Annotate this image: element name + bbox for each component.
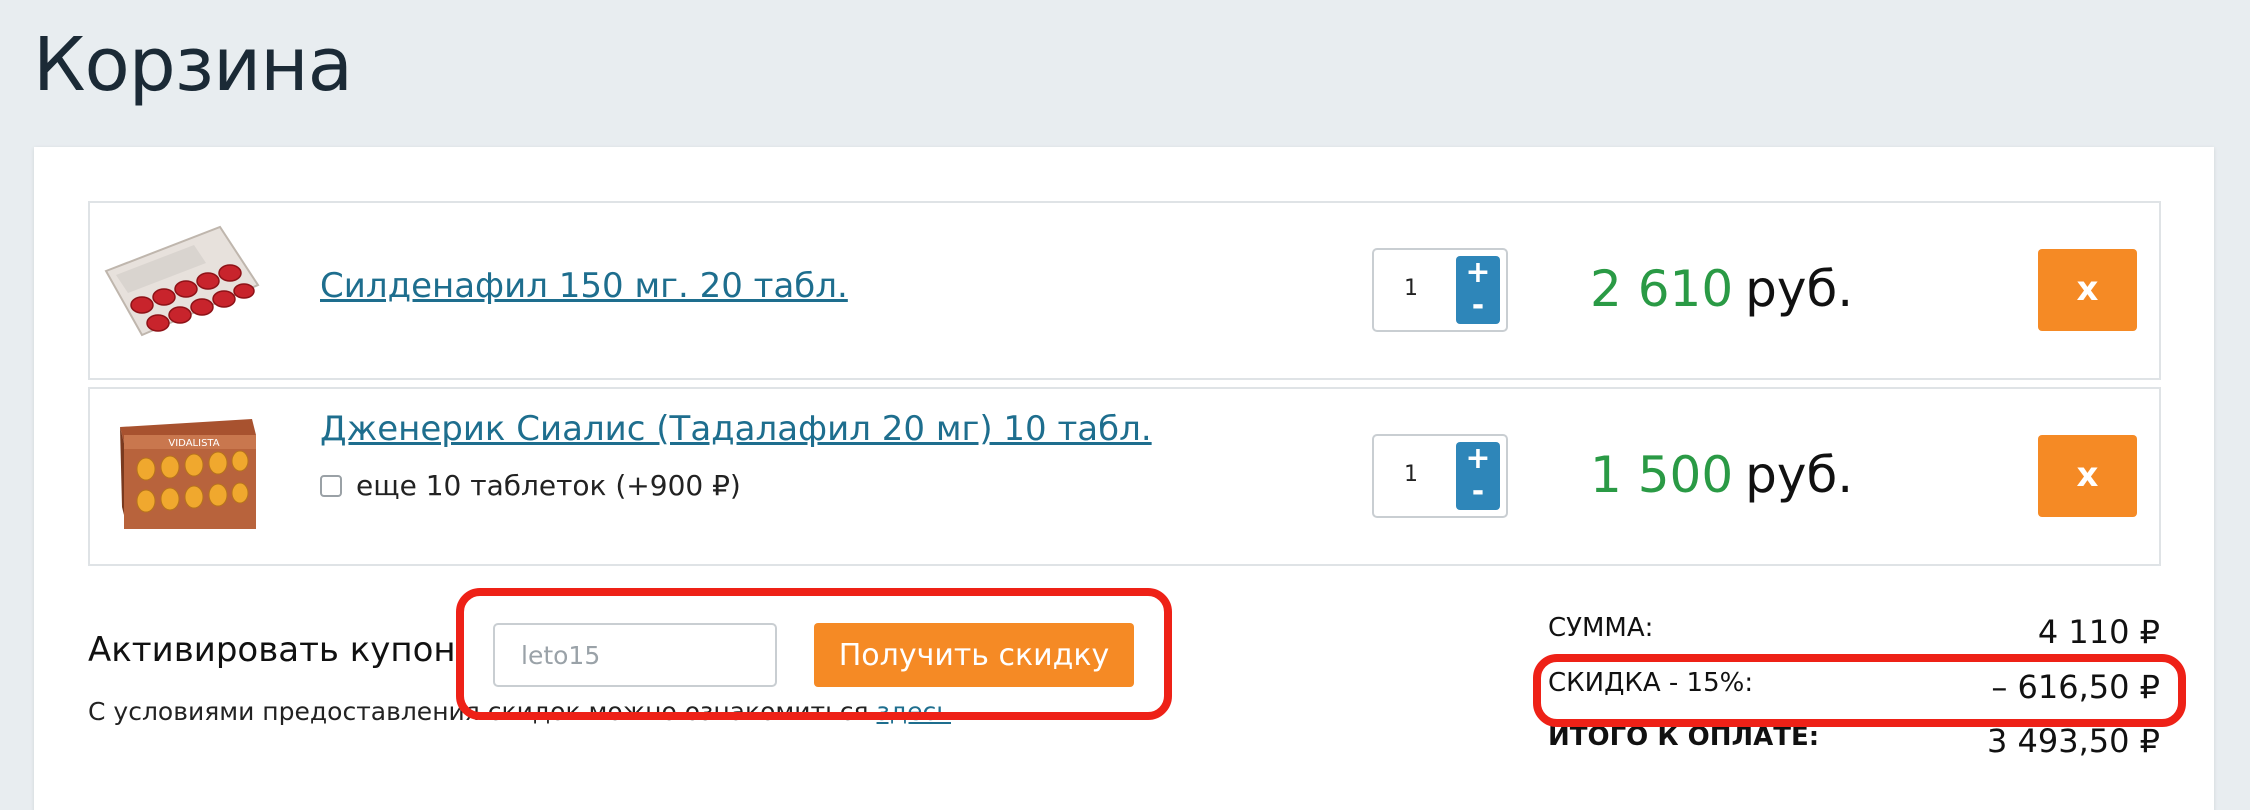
coupon-input[interactable]	[493, 623, 777, 687]
quantity-increase-button[interactable]: +	[1456, 256, 1500, 290]
price-amount: 1 500	[1590, 446, 1734, 504]
extra-tablets-label: еще 10 таблеток (+900 ₽)	[356, 469, 741, 502]
quantity-stepper: 1 + -	[1372, 434, 1508, 518]
svg-text:VIDALISTA: VIDALISTA	[168, 438, 219, 449]
remove-item-button[interactable]: x	[2038, 249, 2137, 331]
red-pill-blister-icon	[104, 225, 260, 337]
cart-item: Силденафил 150 мг. 20 табл. 1 + - 2 610 р…	[88, 201, 2161, 380]
price-currency: руб.	[1745, 260, 1854, 318]
quantity-buttons: + -	[1456, 442, 1500, 510]
subtotal-label: СУММА:	[1548, 613, 1654, 643]
cart-item: VIDALISTA Дженерик Сиалис (Тадалафил 20 …	[88, 387, 2161, 566]
extra-tablets-checkbox[interactable]	[320, 474, 342, 497]
item-price: 1 500 руб.	[1590, 445, 1853, 505]
orange-pill-box-icon: VIDALISTA	[120, 419, 256, 529]
product-link[interactable]: Силденафил 150 мг. 20 табл.	[320, 266, 848, 306]
quantity-decrease-button[interactable]: -	[1456, 290, 1500, 322]
coupon-terms-text: С условиями предоставления скидок можно …	[88, 697, 877, 726]
summary-subtotal: СУММА: 4 110 ₽	[1548, 613, 2160, 651]
total-value: 3 493,50 ₽	[1986, 722, 2160, 760]
total-label: ИТОГО К ОПЛАТЕ:	[1548, 722, 1820, 752]
quantity-input[interactable]: 1	[1404, 462, 1418, 487]
price-currency: руб.	[1745, 446, 1854, 504]
quantity-buttons: + -	[1456, 256, 1500, 324]
coupon-terms-end: .	[951, 697, 959, 726]
remove-item-button[interactable]: x	[2038, 435, 2137, 517]
quantity-input[interactable]: 1	[1404, 276, 1418, 301]
discount-value: – 616,50 ₽	[1991, 668, 2160, 706]
page-title: Корзина	[33, 22, 353, 108]
coupon-terms-link[interactable]: здесь	[877, 697, 951, 726]
subtotal-value: 4 110 ₽	[2037, 613, 2160, 651]
item-price: 2 610 руб.	[1590, 259, 1853, 319]
summary-total: ИТОГО К ОПЛАТЕ: 3 493,50 ₽	[1548, 722, 2160, 760]
discount-label: СКИДКА - 15%:	[1548, 668, 1754, 698]
coupon-label: Активировать купон	[88, 630, 456, 670]
quantity-decrease-button[interactable]: -	[1456, 476, 1500, 508]
product-link[interactable]: Дженерик Сиалис (Тадалафил 20 мг) 10 таб…	[320, 409, 1152, 449]
coupon-terms-note: С условиями предоставления скидок можно …	[88, 697, 959, 726]
quantity-stepper: 1 + -	[1372, 248, 1508, 332]
quantity-increase-button[interactable]: +	[1456, 442, 1500, 476]
summary-discount: СКИДКА - 15%: – 616,50 ₽	[1548, 668, 2160, 706]
price-amount: 2 610	[1590, 260, 1734, 318]
extra-tablets-option[interactable]: еще 10 таблеток (+900 ₽)	[320, 469, 741, 502]
apply-coupon-button[interactable]: Получить скидку	[814, 623, 1134, 687]
